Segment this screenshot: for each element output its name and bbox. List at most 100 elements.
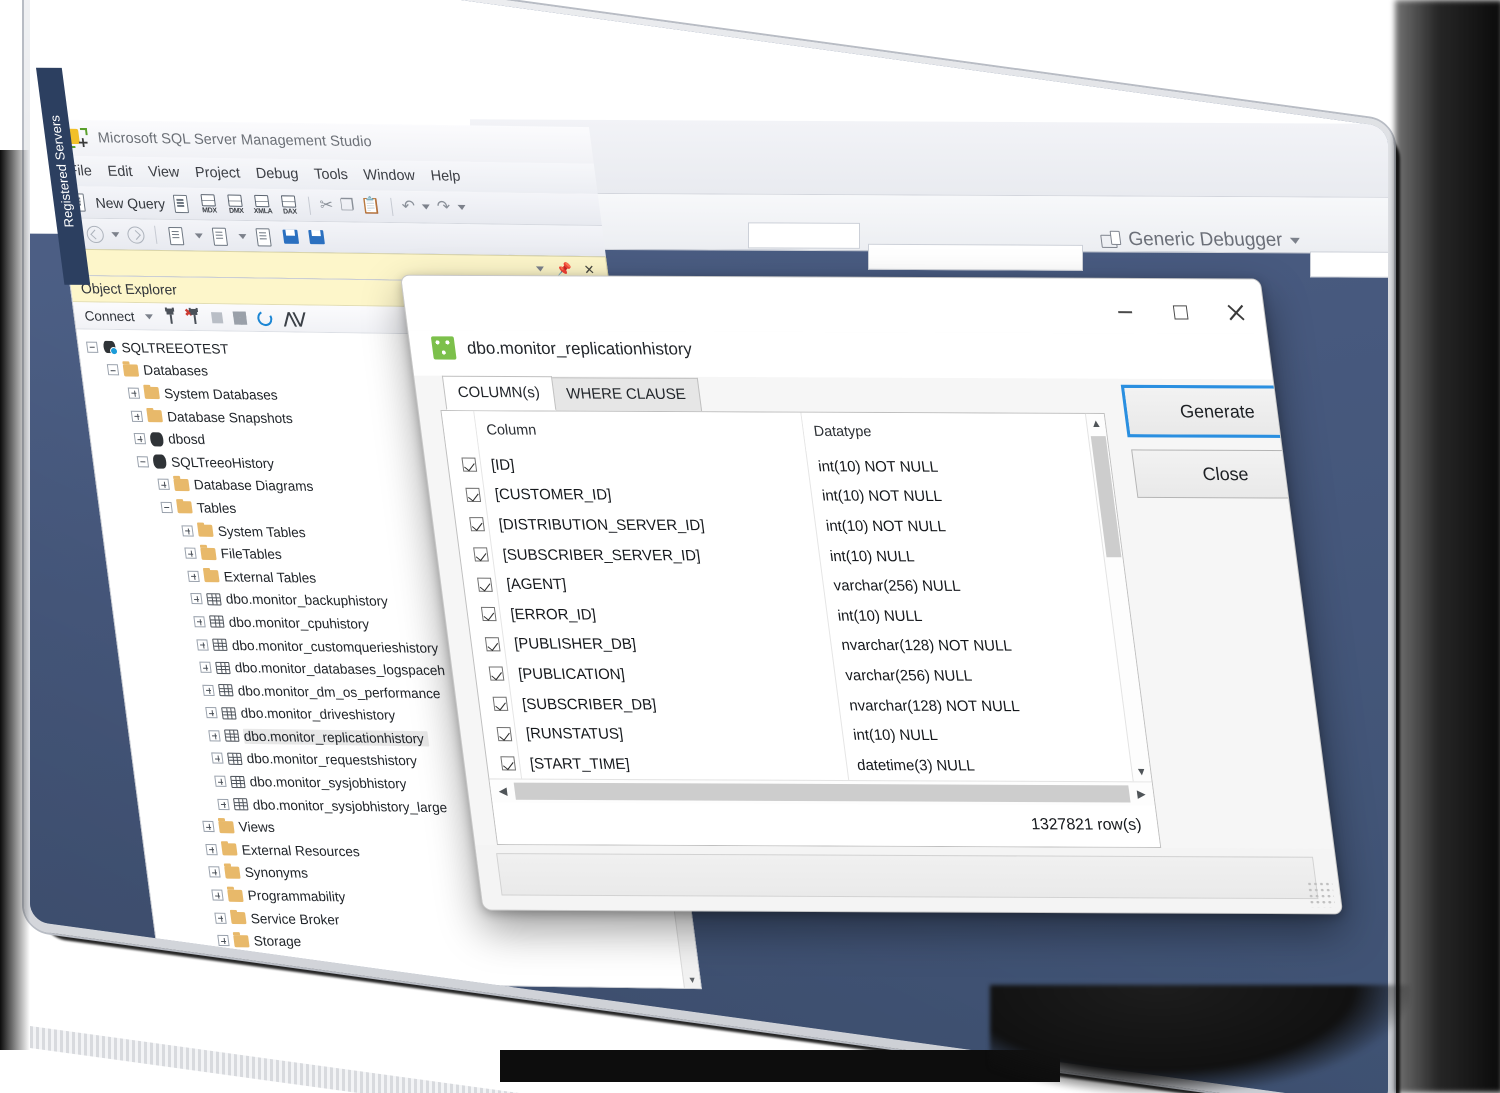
copy-icon[interactable]: ❐ [339, 196, 356, 215]
expand-icon[interactable] [196, 638, 209, 651]
grid-scroll-down-icon[interactable]: ▼ [1131, 762, 1151, 781]
collapse-icon[interactable] [136, 455, 150, 468]
save-all-icon[interactable] [307, 228, 327, 245]
grid-hscrollbar-thumb[interactable] [513, 782, 1131, 803]
shell-combo-2[interactable] [868, 243, 1083, 271]
expand-icon[interactable] [214, 775, 227, 787]
disconnect-icon[interactable]: ✖ [184, 308, 202, 325]
shell-combo-3[interactable] [748, 222, 860, 249]
checkbox-checked-icon[interactable] [496, 726, 513, 741]
checkbox-checked-icon[interactable] [492, 696, 509, 711]
close-icon[interactable] [1206, 295, 1266, 330]
tab-where-clause[interactable]: WHERE CLAUSE [550, 377, 702, 412]
connect-dropdown-icon[interactable] [145, 313, 154, 319]
expand-icon[interactable] [199, 661, 212, 673]
new-project-dropdown-icon[interactable] [194, 232, 204, 239]
column-name-cell[interactable]: [PUBLICATION] [507, 659, 837, 690]
navigate-back-icon[interactable] [85, 225, 105, 243]
checkbox-checked-icon[interactable] [480, 607, 497, 622]
expand-icon[interactable] [205, 980, 218, 989]
expand-icon[interactable] [193, 616, 206, 628]
menu-edit[interactable]: Edit [107, 164, 134, 181]
redo-dropdown-icon[interactable] [456, 204, 466, 211]
minimize-icon[interactable] [1095, 295, 1155, 330]
activity-monitor-icon[interactable]: ⋀⋁ [282, 309, 305, 327]
column-name-cell[interactable]: [ERROR_ID] [499, 599, 829, 630]
checkbox-checked-icon[interactable] [465, 487, 482, 502]
column-name-cell[interactable]: [PUBLISHER_DB] [503, 629, 833, 660]
open-folder-icon[interactable] [253, 227, 275, 246]
navigate-forward-icon[interactable] [126, 225, 146, 244]
tab-columns[interactable]: COLUMN(s) [441, 376, 556, 412]
navigate-back-dropdown-icon[interactable] [111, 231, 120, 237]
open-file-icon[interactable] [210, 226, 232, 245]
expand-icon[interactable] [187, 570, 200, 582]
expand-icon[interactable] [184, 547, 197, 559]
paste-icon[interactable]: 📋 [360, 196, 382, 215]
dialog-status-field[interactable] [496, 853, 1319, 900]
collapse-icon[interactable] [86, 341, 99, 353]
checkbox-checked-icon[interactable] [473, 547, 489, 562]
collapse-icon[interactable] [160, 501, 173, 514]
column-checkbox[interactable] [458, 539, 494, 569]
maximize-icon[interactable] [1151, 295, 1211, 330]
column-checkbox[interactable] [462, 569, 498, 599]
grid-scroll-left-icon[interactable]: ◀ [490, 784, 516, 798]
expand-icon[interactable] [211, 752, 224, 765]
expand-icon[interactable] [208, 866, 221, 878]
expand-icon[interactable] [214, 912, 227, 924]
connect-icon[interactable] [163, 307, 178, 324]
generic-debugger-selector[interactable]: Generic Debugger [1099, 229, 1301, 252]
redo-icon[interactable]: ↷ [436, 197, 452, 216]
expand-icon[interactable] [217, 935, 230, 947]
connect-button-label[interactable]: Connect [84, 308, 136, 324]
column-checkbox[interactable] [450, 480, 486, 510]
column-name-cell[interactable]: [CUSTOMER_ID] [483, 480, 813, 511]
checkbox-checked-icon[interactable] [500, 756, 517, 771]
scroll-down-icon[interactable]: ▼ [683, 971, 701, 988]
expand-icon[interactable] [130, 410, 144, 422]
expand-icon[interactable] [205, 707, 218, 719]
column-checkbox[interactable] [485, 749, 521, 779]
expand-icon[interactable] [127, 387, 141, 399]
grid-horizontal-scrollbar[interactable]: ◀ ▶ [489, 778, 1155, 806]
checkbox-checked-icon[interactable] [484, 637, 501, 652]
checkbox-checked-icon[interactable] [461, 457, 478, 472]
checkbox-checked-icon[interactable] [477, 577, 493, 592]
menu-help[interactable]: Help [430, 168, 462, 185]
shell-combo-1[interactable] [1310, 251, 1388, 279]
column-checkbox[interactable] [454, 510, 490, 540]
checkbox-checked-icon[interactable] [488, 666, 505, 682]
column-checkbox[interactable] [447, 450, 483, 480]
column-checkbox[interactable] [482, 719, 518, 749]
resize-grip-icon[interactable] [1306, 880, 1336, 908]
mdx-query-icon[interactable]: MDX [198, 194, 220, 215]
column-name-cell[interactable]: [ID] [479, 450, 809, 481]
checkbox-checked-icon[interactable] [469, 517, 485, 532]
open-file-dropdown-icon[interactable] [238, 233, 247, 239]
column-checkbox[interactable] [478, 689, 514, 719]
new-query-label[interactable]: New Query [94, 194, 166, 211]
dax-query-icon[interactable]: DAX [278, 195, 300, 216]
menu-window[interactable]: Window [363, 167, 416, 184]
xmla-query-icon[interactable]: XMLA [251, 194, 273, 215]
expand-icon[interactable] [133, 433, 147, 445]
column-checkbox[interactable] [474, 659, 510, 689]
new-project-icon[interactable] [166, 225, 188, 244]
cut-icon[interactable]: ✂ [319, 196, 335, 215]
column-name-cell[interactable]: [RUNSTATUS] [514, 719, 844, 750]
window-menu-dropdown-icon[interactable] [535, 266, 545, 272]
dmx-query-icon[interactable]: DMX [224, 194, 246, 215]
column-name-cell[interactable]: [START_TIME] [518, 749, 848, 780]
refresh-icon[interactable] [256, 308, 274, 328]
undo-dropdown-icon[interactable] [421, 204, 431, 210]
expand-icon[interactable] [190, 593, 203, 605]
menu-debug[interactable]: Debug [255, 166, 300, 183]
chevron-down-icon[interactable] [1290, 237, 1301, 244]
column-checkbox[interactable] [470, 629, 506, 659]
column-checkbox[interactable] [466, 599, 502, 629]
menu-view[interactable]: View [147, 164, 180, 181]
undo-icon[interactable]: ↶ [401, 197, 417, 216]
grid-scroll-right-icon[interactable]: ▶ [1129, 787, 1155, 800]
expand-icon[interactable] [181, 524, 194, 537]
